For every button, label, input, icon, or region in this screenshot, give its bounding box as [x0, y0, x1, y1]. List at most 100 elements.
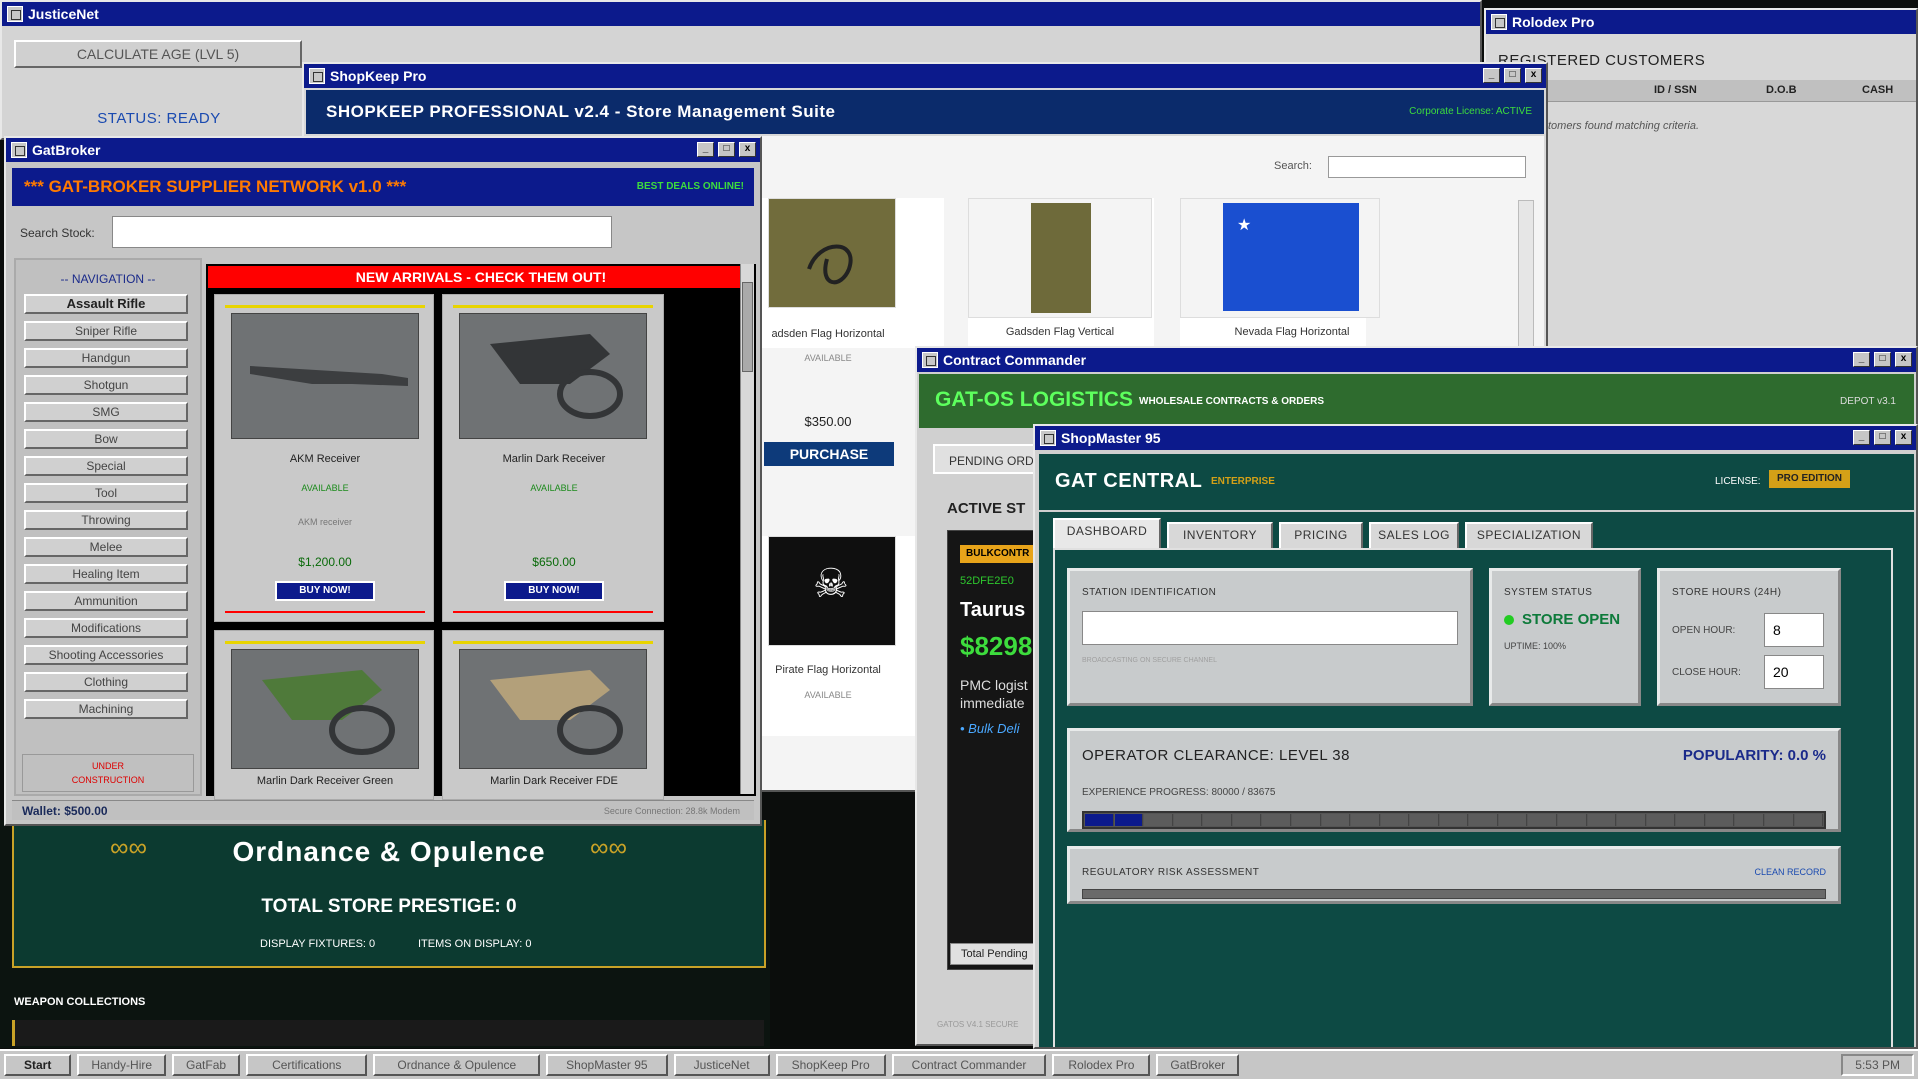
search-label: Search Stock: — [20, 226, 95, 240]
product-card[interactable]: ★ Nevada Flag Horizontal — [1180, 198, 1380, 348]
taskbar-item-shopkeep[interactable]: ShopKeep Pro — [775, 1054, 886, 1076]
buy-now-button[interactable]: BUY NOW! — [275, 581, 375, 601]
close-hour-input[interactable] — [1764, 655, 1824, 689]
product-card[interactable]: Marlin Dark Receiver FDE — [442, 630, 664, 800]
nav-item-melee[interactable]: Melee — [24, 537, 188, 557]
nav-item-tool[interactable]: Tool — [24, 483, 188, 503]
nav-item-throwing[interactable]: Throwing — [24, 510, 188, 530]
column-header[interactable]: ID / SSN — [1654, 84, 1697, 96]
experience-progress-bar — [1082, 811, 1826, 829]
minimize-button[interactable]: _ — [1853, 430, 1870, 445]
column-header[interactable]: CASH — [1862, 84, 1893, 96]
nav-item-ammunition[interactable]: Ammunition — [24, 591, 188, 611]
minimize-button[interactable]: _ — [1853, 352, 1870, 367]
justicenet-titlebar[interactable]: JusticeNet — [2, 2, 1480, 26]
xp-segment-empty — [1469, 814, 1498, 826]
tab-specialization[interactable]: SPECIALIZATION — [1465, 522, 1593, 548]
nav-item-handgun[interactable]: Handgun — [24, 348, 188, 368]
search-input[interactable] — [1328, 156, 1526, 178]
marlin-green-receiver-image — [231, 649, 419, 769]
product-status: AVAILABLE — [530, 483, 578, 493]
xp-segment-filled — [1114, 814, 1144, 826]
license-badge: PRO EDITION — [1769, 470, 1851, 488]
collections-list[interactable] — [12, 1020, 764, 1046]
close-button[interactable]: x — [1525, 68, 1542, 83]
product-card[interactable]: AKM Receiver AVAILABLE AKM receiver $1,2… — [214, 294, 434, 622]
taskbar-item-handy-hire[interactable]: Handy-Hire — [77, 1054, 167, 1076]
product-name: Marlin Dark Receiver Green — [256, 775, 394, 787]
depot-version: DEPOT v3.1 — [1840, 396, 1896, 407]
nav-item-bow[interactable]: Bow — [24, 429, 188, 449]
minimize-button[interactable]: _ — [1483, 68, 1500, 83]
close-button[interactable]: x — [1895, 430, 1912, 445]
product-card[interactable]: Marlin Dark Receiver AVAILABLE $650.00 B… — [442, 294, 664, 622]
operator-clearance: OPERATOR CLEARANCE: LEVEL 38 — [1082, 747, 1350, 764]
buy-now-button[interactable]: BUY NOW! — [504, 581, 604, 601]
gatbroker-titlebar[interactable]: GatBroker _ □ x — [6, 138, 760, 162]
connection-status: Secure Connection: 28.8k Modem — [603, 806, 740, 816]
scrollbar[interactable] — [740, 264, 754, 794]
shopkeep-titlebar[interactable]: ShopKeep Pro _ □ x — [304, 64, 1546, 88]
taskbar-item-rolodex[interactable]: Rolodex Pro — [1052, 1054, 1151, 1076]
nav-item-smg[interactable]: SMG — [24, 402, 188, 422]
contract-card[interactable]: BULKCONTR 52DFE2E0 Taurus $8298 PMC logi… — [947, 530, 1060, 970]
nav-item-assault-rifle[interactable]: Assault Rifle — [24, 294, 188, 314]
taskbar-item-contract-commander[interactable]: Contract Commander — [891, 1054, 1047, 1076]
system-status-label: SYSTEM STATUS — [1504, 587, 1593, 598]
start-button[interactable]: Start — [4, 1054, 72, 1076]
tab-pricing[interactable]: PRICING — [1279, 522, 1363, 548]
column-header[interactable]: D.O.B — [1766, 84, 1797, 96]
tab-inventory[interactable]: INVENTORY — [1167, 522, 1273, 548]
scale-icon — [7, 6, 23, 22]
product-card[interactable]: Marlin Dark Receiver Green — [214, 630, 434, 800]
nav-item-machining[interactable]: Machining — [24, 699, 188, 719]
minimize-button[interactable]: _ — [697, 142, 714, 157]
shopmaster-titlebar[interactable]: ShopMaster 95 _ □ x — [1035, 426, 1916, 450]
nav-item-clothing[interactable]: Clothing — [24, 672, 188, 692]
maximize-button[interactable]: □ — [1874, 430, 1891, 445]
store-title: Ordnance & Opulence — [232, 836, 546, 867]
nav-item-sniper-rifle[interactable]: Sniper Rifle — [24, 321, 188, 341]
shopmaster-icon — [1040, 430, 1056, 446]
close-button[interactable]: x — [1895, 352, 1912, 367]
taskbar-item-shopmaster[interactable]: ShopMaster 95 — [546, 1054, 668, 1076]
taskbar-item-gatbroker[interactable]: GatBroker — [1156, 1054, 1240, 1076]
close-hour-label: CLOSE HOUR: — [1672, 667, 1741, 678]
close-button[interactable]: x — [739, 142, 756, 157]
nav-item-healing-item[interactable]: Healing Item — [24, 564, 188, 584]
open-hour-input[interactable] — [1764, 613, 1824, 647]
product-status: AVAILABLE — [301, 483, 349, 493]
rolodex-titlebar[interactable]: Rolodex Pro — [1486, 10, 1916, 34]
xp-segment-empty — [1528, 814, 1557, 826]
taskbar-item-ordnance[interactable]: Ordnance & Opulence — [373, 1054, 541, 1076]
nav-item-shotgun[interactable]: Shotgun — [24, 375, 188, 395]
xp-segment-empty — [1498, 814, 1528, 826]
maximize-button[interactable]: □ — [1504, 68, 1521, 83]
maximize-button[interactable]: □ — [718, 142, 735, 157]
total-pending: Total Pending — [950, 943, 1046, 965]
maximize-button[interactable]: □ — [1874, 352, 1891, 367]
taskbar-item-certifications[interactable]: Certifications — [246, 1054, 368, 1076]
open-hour-label: OPEN HOUR: — [1672, 625, 1736, 636]
purchase-button[interactable]: PURCHASE — [764, 442, 894, 466]
scrollbar-thumb[interactable] — [742, 282, 753, 372]
contract-titlebar[interactable]: Contract Commander _ □ x — [917, 348, 1916, 372]
nav-item-special[interactable]: Special — [24, 456, 188, 476]
xp-segment-empty — [1262, 814, 1291, 826]
brand-title: GAT-OS LOGISTICS — [935, 388, 1133, 411]
nav-item-modifications[interactable]: Modifications — [24, 618, 188, 638]
product-card[interactable]: Gadsden Flag Vertical — [968, 198, 1154, 348]
station-id-input[interactable] — [1082, 611, 1458, 645]
nav-item-shooting-accessories[interactable]: Shooting Accessories — [24, 645, 188, 665]
product-card[interactable]: adsden Flag Horizontal AVAILABLE $350.00… — [758, 198, 944, 466]
scrollbar[interactable] — [1518, 200, 1534, 350]
tab-sales-log[interactable]: SALES LOG — [1369, 522, 1459, 548]
product-status: AVAILABLE — [804, 690, 852, 700]
taskbar-item-gatfab[interactable]: GatFab — [172, 1054, 241, 1076]
tab-dashboard[interactable]: DASHBOARD — [1053, 518, 1161, 548]
search-stock-input[interactable] — [112, 216, 612, 248]
contract-id: 52DFE2E0 — [960, 575, 1014, 587]
calculate-age-button[interactable]: CALCULATE AGE (LVL 5) — [14, 40, 302, 68]
taskbar-item-justicenet[interactable]: JusticeNet — [673, 1054, 770, 1076]
station-label: STATION IDENTIFICATION — [1082, 587, 1217, 598]
